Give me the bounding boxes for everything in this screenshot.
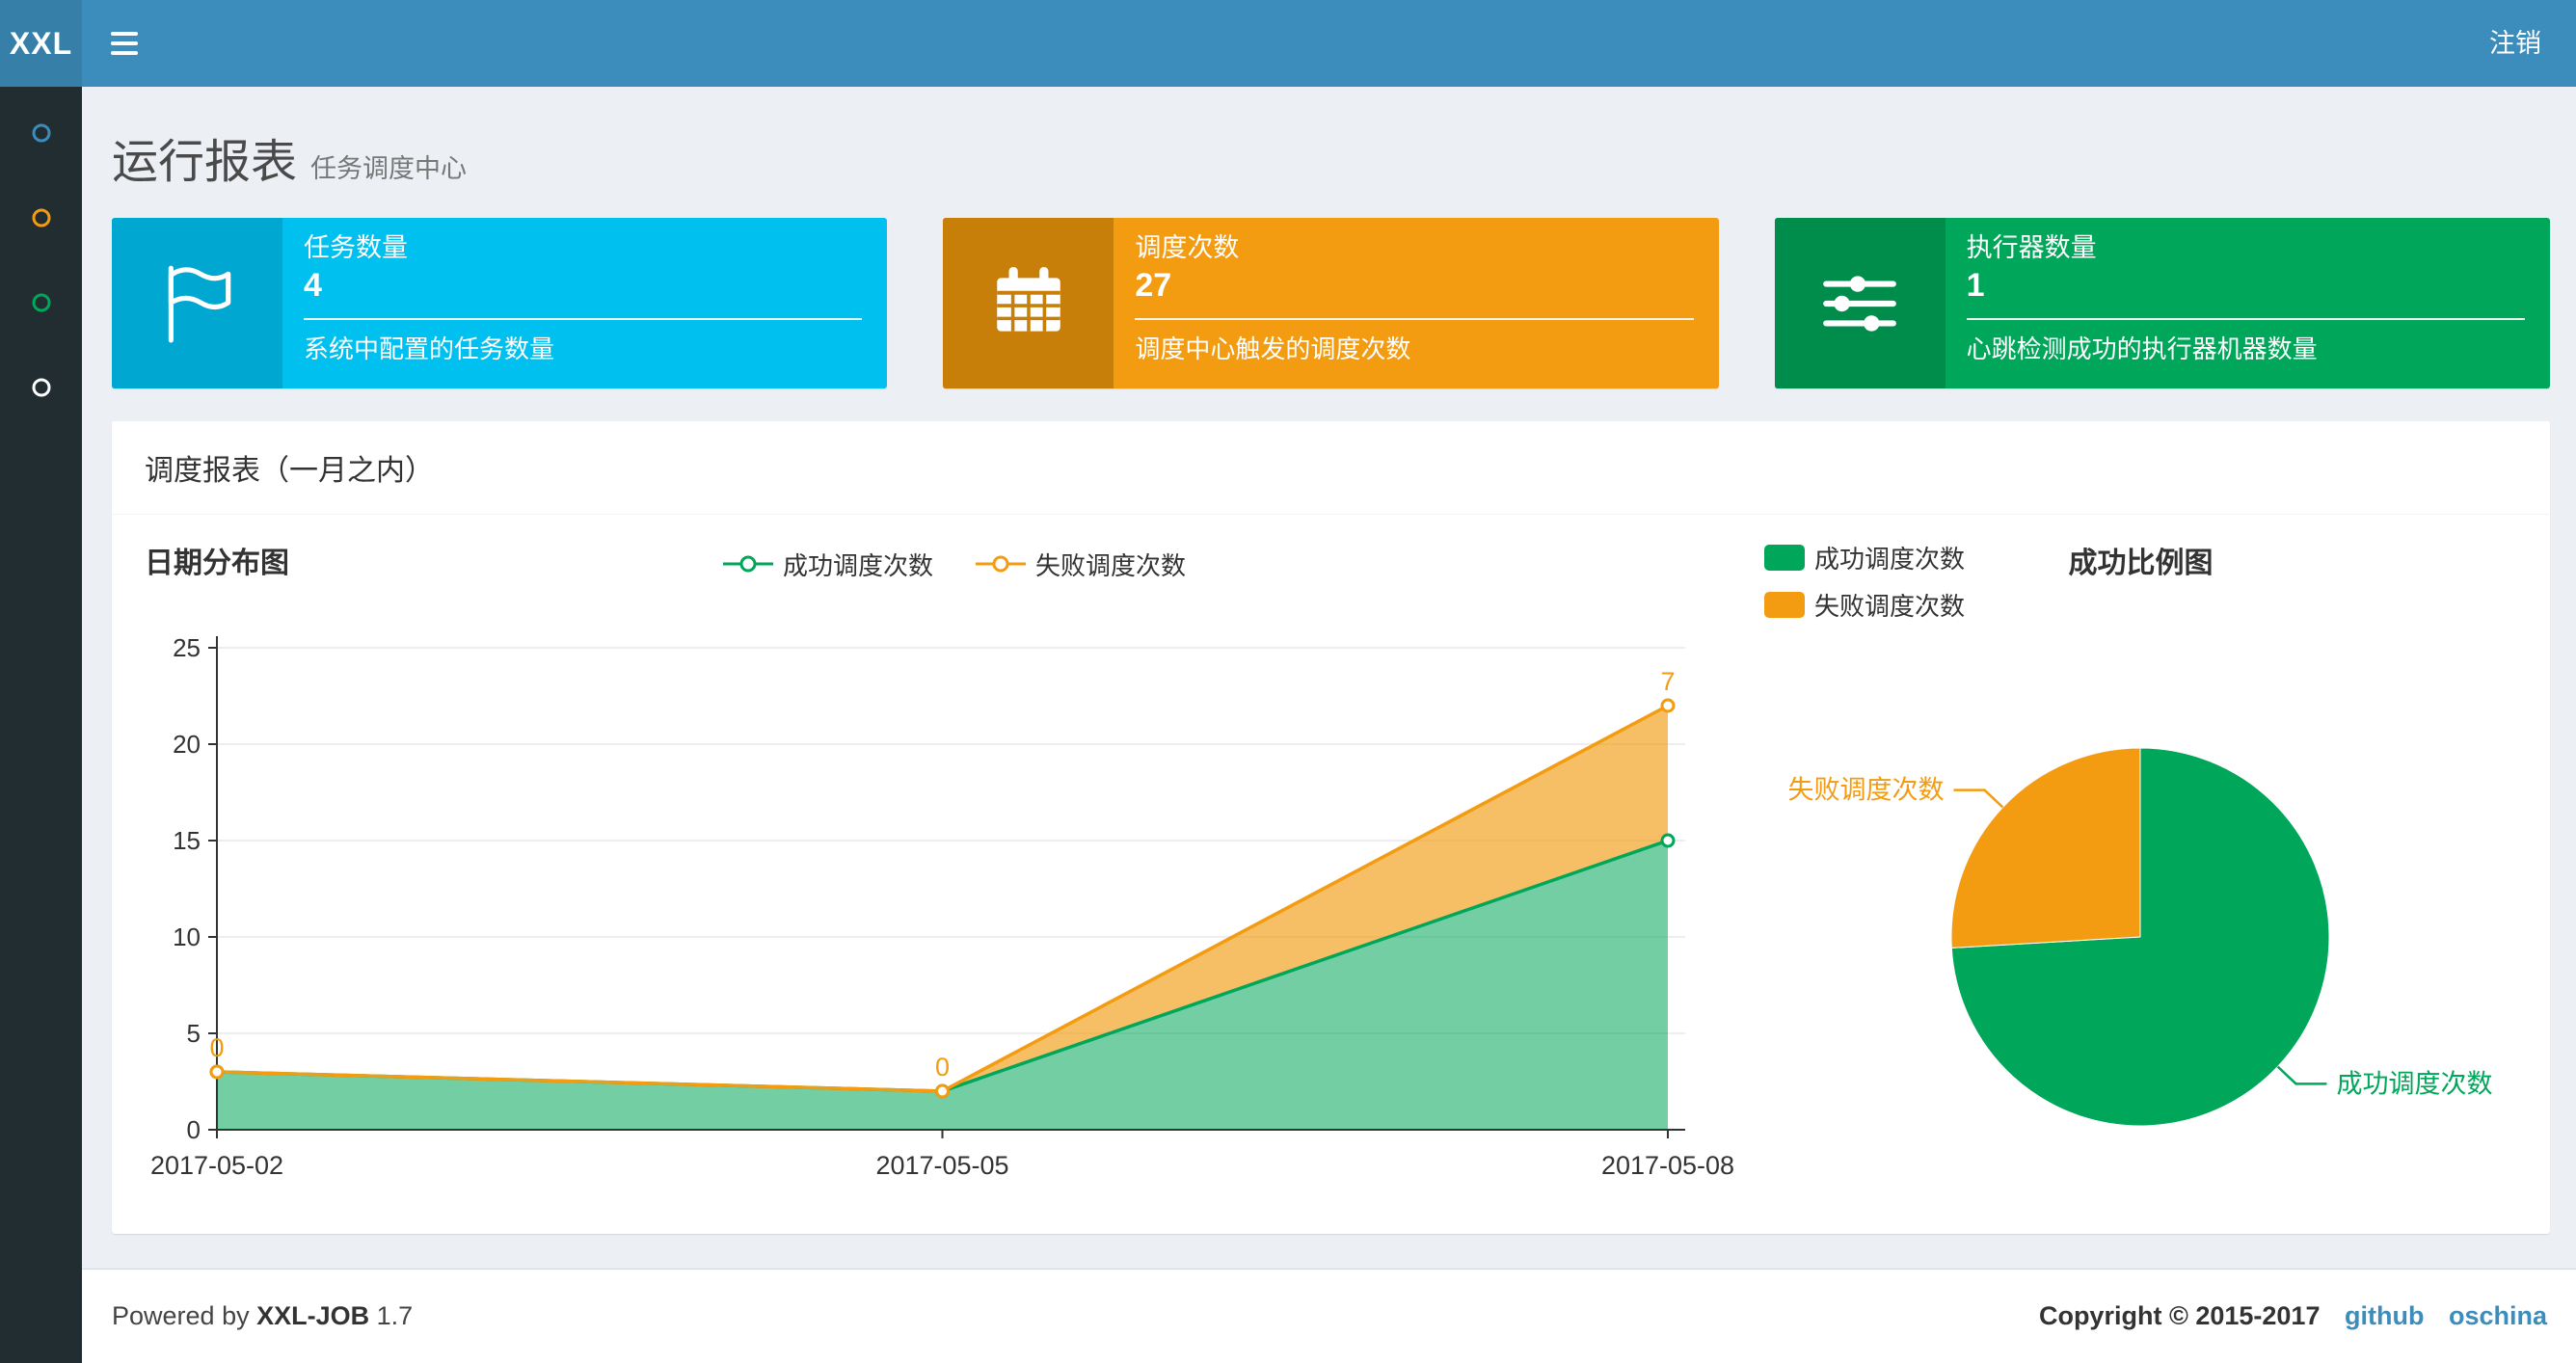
page-subtitle: 任务调度中心 — [310, 154, 468, 183]
summary-boxes: 任务数量 4 系统中配置的任务数量 调度次数 27 调度中心触发的调度次数 执行… — [112, 218, 2550, 388]
legend-item-success[interactable]: 成功调度次数 — [722, 547, 933, 582]
svg-text:0: 0 — [209, 1033, 224, 1062]
sidebar-toggle-button[interactable] — [82, 0, 167, 87]
svg-text:5: 5 — [187, 1019, 201, 1048]
svg-text:2017-05-02: 2017-05-02 — [150, 1151, 283, 1180]
divider — [304, 318, 863, 320]
circle-o-icon — [32, 208, 50, 227]
svg-text:20: 20 — [173, 730, 201, 759]
panel-title: 调度报表（一月之内） — [112, 421, 2550, 515]
svg-text:15: 15 — [173, 826, 201, 855]
line-chart-legend: 成功调度次数 失败调度次数 — [145, 534, 1764, 594]
line-marker-icon — [976, 555, 1026, 573]
sliders-icon — [1774, 218, 1945, 388]
oschina-link[interactable]: oschina — [2449, 1301, 2547, 1330]
info-box-executor-count: 执行器数量 1 心跳检测成功的执行器机器数量 — [1774, 218, 2550, 388]
info-box-desc: 调度中心触发的调度次数 — [1135, 334, 1411, 363]
divider — [1135, 318, 1694, 320]
page-title: 运行报表 — [112, 137, 298, 188]
app-logo[interactable]: XXL — [0, 0, 82, 87]
circle-o-icon — [32, 123, 50, 143]
copyright: Copyright © 2015-2017 — [2038, 1301, 2321, 1330]
stacked-area-chart: 05101520252017-05-02 2017-05-05 2017-05-08… — [150, 633, 1734, 1180]
circle-o-icon — [32, 378, 50, 397]
calendar-icon — [943, 218, 1114, 388]
sidebar-item-1[interactable] — [0, 91, 82, 175]
brand-name: XXL-JOB — [256, 1301, 370, 1330]
svg-text:25: 25 — [173, 633, 201, 662]
info-box-title: 调度次数 — [1135, 233, 1240, 262]
content-area: 运行报表 任务调度中心 任务数量 4 系统中配置的任务数量 调度次数 27 调度… — [82, 87, 2576, 1269]
info-box-value: 1 — [1966, 267, 1985, 304]
version: 1.7 — [376, 1301, 414, 1330]
pie-chart-legend: 成功调度次数 失败调度次数 — [1764, 540, 1965, 623]
pie-chart: 成功调度次数 失败调度次数 — [1788, 747, 2492, 1127]
sidebar-item-3[interactable] — [0, 260, 82, 345]
date-distribution-chart: 日期分布图 成功调度次数 失败调度次数 0 5 10 15 20 25 2017… — [145, 534, 1764, 1211]
divider — [1966, 318, 2525, 320]
top-navbar: XXL 注销 — [0, 0, 2576, 87]
sidebar — [0, 87, 82, 1363]
report-panel: 调度报表（一月之内） 日期分布图 成功调度次数 失败调度次数 0 5 10 15… — [112, 421, 2550, 1234]
svg-text:2017-05-08: 2017-05-08 — [1601, 1151, 1734, 1180]
line-marker-icon — [722, 555, 773, 573]
logout-link[interactable]: 注销 — [2455, 0, 2576, 87]
circle-o-icon — [32, 293, 50, 312]
info-box-trigger-count: 调度次数 27 调度中心触发的调度次数 — [943, 218, 1719, 388]
swatch-icon — [1764, 545, 1805, 571]
swatch-icon — [1764, 592, 1805, 618]
svg-text:失败调度次数: 失败调度次数 — [1788, 776, 1945, 805]
footer: Powered by XXL-JOB 1.7 Copyright © 2015-… — [82, 1269, 2576, 1363]
info-box-value: 4 — [304, 267, 322, 304]
svg-text:0: 0 — [187, 1115, 201, 1144]
github-link[interactable]: github — [2345, 1301, 2424, 1330]
powered-by: Powered by XXL-JOB 1.7 — [112, 1301, 414, 1330]
info-box-job-count: 任务数量 4 系统中配置的任务数量 — [112, 218, 888, 388]
sidebar-item-2[interactable] — [0, 175, 82, 260]
success-ratio-chart: 成功调度次数 失败调度次数 成功比例图 成功调度次数 失败调度次数 — [1764, 534, 2517, 1211]
svg-text:2017-05-05: 2017-05-05 — [875, 1151, 1008, 1180]
svg-text:7: 7 — [1660, 667, 1675, 696]
svg-text:成功调度次数: 成功调度次数 — [2336, 1069, 2492, 1098]
legend-item-fail[interactable]: 失败调度次数 — [1764, 587, 1965, 623]
info-box-value: 27 — [1135, 267, 1172, 304]
info-box-title: 任务数量 — [304, 233, 408, 262]
hamburger-icon — [111, 32, 138, 36]
svg-text:10: 10 — [173, 922, 201, 951]
footer-right: Copyright © 2015-2017 github oschina — [2039, 1301, 2547, 1331]
info-box-desc: 系统中配置的任务数量 — [304, 334, 555, 363]
flag-icon — [112, 218, 282, 388]
sidebar-item-4[interactable] — [0, 345, 82, 430]
legend-item-fail[interactable]: 失败调度次数 — [976, 547, 1186, 582]
svg-text:0: 0 — [935, 1053, 950, 1082]
legend-item-success[interactable]: 成功调度次数 — [1764, 540, 1965, 575]
info-box-title: 执行器数量 — [1966, 233, 2097, 262]
info-box-desc: 心跳检测成功的执行器机器数量 — [1966, 334, 2318, 363]
